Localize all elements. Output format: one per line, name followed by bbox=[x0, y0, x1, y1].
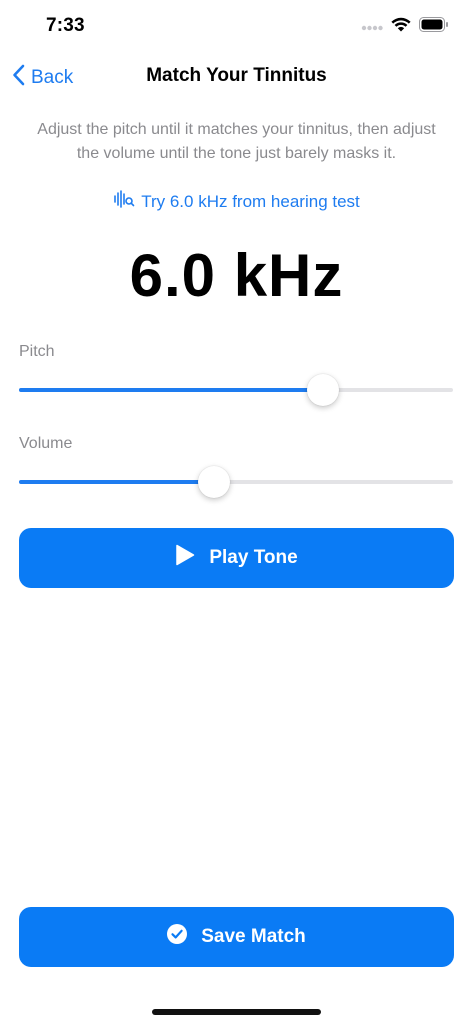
volume-label: Volume bbox=[19, 435, 73, 452]
volume-slider-thumb[interactable] bbox=[198, 466, 231, 498]
play-tone-button[interactable]: Play Tone bbox=[19, 528, 454, 588]
pitch-slider-thumb[interactable] bbox=[306, 374, 339, 406]
try-link-label: Try 6.0 kHz from hearing test bbox=[141, 191, 360, 211]
status-icons bbox=[361, 17, 449, 37]
page-title: Match Your Tinnitus bbox=[146, 65, 327, 86]
play-tone-label: Play Tone bbox=[209, 547, 298, 568]
save-match-label: Save Match bbox=[201, 926, 306, 947]
save-match-button[interactable]: Save Match bbox=[19, 907, 454, 967]
battery-icon bbox=[419, 17, 449, 37]
volume-slider[interactable] bbox=[19, 462, 453, 502]
navigation-bar: Back Match Your Tinnitus bbox=[0, 52, 473, 100]
frequency-display: 6.0 kHz bbox=[129, 242, 344, 309]
hearing-waveform-icon bbox=[113, 190, 135, 213]
home-indicator bbox=[152, 1009, 321, 1015]
try-hearing-test-frequency-link[interactable]: Try 6.0 kHz from hearing test bbox=[0, 190, 473, 213]
volume-slider-fill bbox=[19, 480, 215, 484]
play-icon bbox=[175, 544, 195, 572]
instructions-text: Adjust the pitch until it matches your t… bbox=[37, 121, 436, 162]
checkmark-circle-icon bbox=[167, 924, 188, 950]
pitch-slider[interactable] bbox=[19, 370, 453, 410]
signal-dots-icon bbox=[361, 18, 383, 36]
pitch-slider-fill bbox=[19, 388, 323, 392]
pitch-label: Pitch bbox=[19, 343, 55, 360]
wifi-icon bbox=[391, 17, 411, 37]
status-bar: 7:33 bbox=[0, 0, 473, 52]
status-time: 7:33 bbox=[46, 15, 85, 36]
